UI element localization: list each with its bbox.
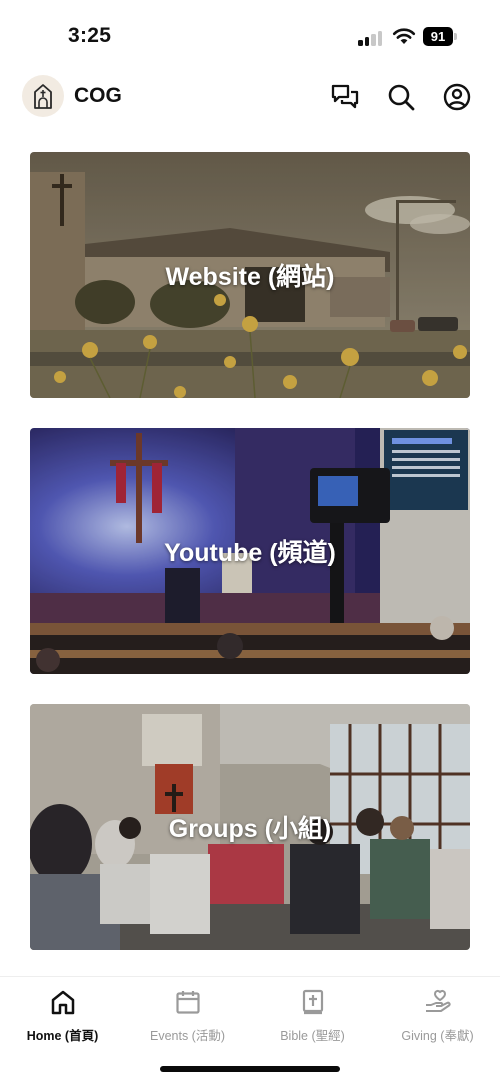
tab-bible[interactable]: Bible (聖經): [250, 987, 375, 1047]
church-logo-icon[interactable]: [22, 75, 64, 117]
youtube-card-label: Youtube (頻道): [164, 539, 336, 567]
tab-bible-label: Bible (聖經): [280, 1029, 345, 1043]
groups-card-label: Groups (小組): [168, 815, 332, 843]
app-title: COG: [74, 84, 122, 107]
battery-icon: 91: [423, 27, 457, 46]
bible-icon: [298, 987, 328, 1017]
home-indicator: [160, 1066, 340, 1072]
youtube-card[interactable]: Youtube (頻道): [30, 428, 470, 674]
website-card[interactable]: Website (網站): [30, 152, 470, 398]
tab-giving[interactable]: Giving (奉獻): [375, 987, 500, 1047]
tab-events[interactable]: Events (活動): [125, 987, 250, 1047]
groups-card[interactable]: Groups (小組): [30, 704, 470, 950]
app-header: COG: [0, 74, 500, 120]
status-time: 3:25: [68, 24, 112, 47]
search-icon[interactable]: [386, 82, 416, 112]
account-icon[interactable]: [442, 82, 472, 112]
tab-home[interactable]: Home (首頁): [0, 987, 125, 1047]
status-bar: 3:25 91: [0, 0, 500, 66]
tab-events-label: Events (活動): [149, 1029, 225, 1043]
calendar-icon: [173, 987, 203, 1017]
cellular-signal-icon: [358, 30, 384, 46]
chat-icon[interactable]: [330, 82, 360, 112]
tab-giving-label: Giving (奉獻): [401, 1029, 474, 1043]
wifi-icon: [392, 27, 416, 45]
tab-home-label: Home (首頁): [26, 1029, 99, 1043]
website-card-label: Website (網站): [165, 263, 335, 291]
giving-icon: [423, 987, 453, 1017]
home-icon: [48, 987, 78, 1017]
battery-level: 91: [423, 27, 453, 46]
